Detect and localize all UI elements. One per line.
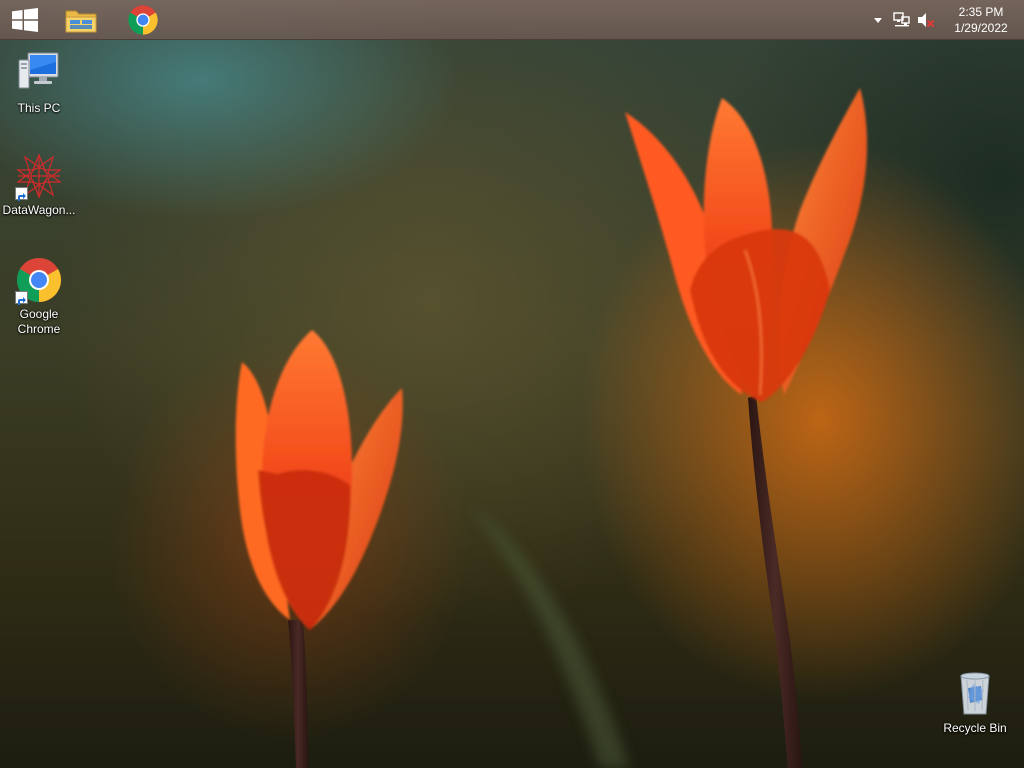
- folder-icon: [65, 10, 97, 33]
- desktop-icon-google-chrome[interactable]: Google Chrome: [1, 256, 77, 337]
- network-icon: [893, 12, 910, 27]
- caret-down-icon: [874, 18, 882, 23]
- windows-logo-icon: [12, 8, 38, 32]
- computer-icon: [15, 50, 63, 98]
- desktop-icon-label: Google Chrome: [17, 307, 61, 336]
- taskbar: 2:35 PM 1/29/2022: [0, 0, 1024, 40]
- volume-muted-icon: [918, 13, 934, 27]
- shortcut-arrow-icon: [15, 187, 28, 201]
- clock-time: 2:35 PM: [958, 5, 1004, 19]
- desktop-icon-label: DataWagon...: [2, 203, 76, 217]
- taskbar-file-explorer-button[interactable]: [56, 0, 106, 40]
- desktop-icon-label: Recycle Bin: [943, 721, 1007, 735]
- desktop-icon-recycle-bin[interactable]: Recycle Bin: [937, 670, 1013, 736]
- clock-button[interactable]: 2:35 PM 1/29/2022: [938, 0, 1024, 40]
- desktop[interactable]: This PC DataWagon... Google Chrome Recyc…: [0, 0, 1024, 768]
- taskbar-chrome-button[interactable]: [118, 0, 168, 40]
- show-hidden-icons-button[interactable]: [866, 0, 890, 40]
- network-tray-button[interactable]: [890, 0, 914, 40]
- recycle-bin-icon: [951, 670, 999, 718]
- start-button[interactable]: [0, 0, 50, 40]
- desktop-icon-this-pc[interactable]: This PC: [1, 50, 77, 116]
- wallpaper-tulips: [235, 88, 868, 768]
- desktop-icon-datawagon[interactable]: DataWagon...: [1, 152, 77, 218]
- desktop-icon-label: This PC: [17, 101, 61, 115]
- datawagon-icon: [15, 152, 63, 201]
- shortcut-arrow-icon: [15, 291, 28, 305]
- volume-tray-button[interactable]: [914, 0, 938, 40]
- clock-date: 1/29/2022: [954, 21, 1008, 35]
- chrome-icon: [128, 5, 158, 35]
- chrome-icon: [15, 256, 63, 305]
- system-tray: 2:35 PM 1/29/2022: [866, 0, 1024, 40]
